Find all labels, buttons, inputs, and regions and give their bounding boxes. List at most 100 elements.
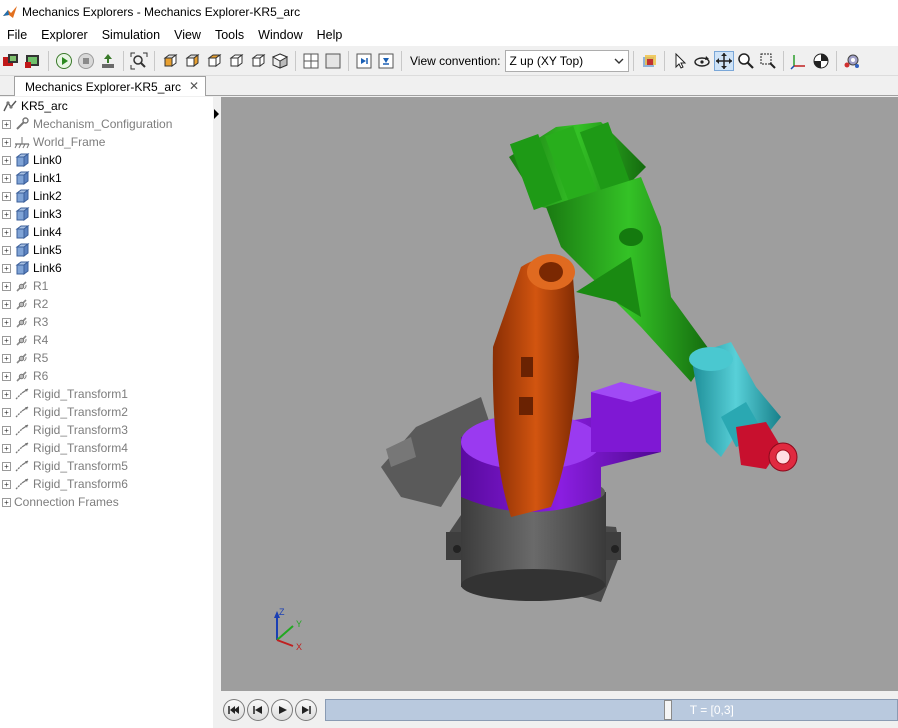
- play-icon[interactable]: [54, 51, 74, 71]
- tree-item[interactable]: + Rigid_Transform6: [0, 475, 213, 493]
- tree-item[interactable]: + Link4: [0, 223, 213, 241]
- expand-icon[interactable]: +: [2, 281, 11, 291]
- tree-item[interactable]: + Link6: [0, 259, 213, 277]
- menu-view[interactable]: View: [167, 24, 208, 46]
- tree-item[interactable]: + Link0: [0, 151, 213, 169]
- timeline-slider[interactable]: T = [0,3]: [324, 698, 898, 721]
- expand-icon[interactable]: +: [2, 209, 11, 219]
- play-icon: [278, 705, 287, 714]
- right-view-icon[interactable]: [226, 51, 246, 71]
- step-forward-icon[interactable]: [354, 51, 374, 71]
- tree-item-label: Mechanism_Configuration: [33, 117, 173, 131]
- center-of-mass-icon[interactable]: [811, 51, 831, 71]
- expand-icon[interactable]: +: [2, 335, 11, 345]
- tree-item[interactable]: + Connection Frames: [0, 493, 213, 511]
- collapse-panel-icon[interactable]: [214, 109, 219, 119]
- tree-item[interactable]: + R4: [0, 331, 213, 349]
- expand-icon[interactable]: +: [2, 227, 11, 237]
- tree-item[interactable]: + R6: [0, 367, 213, 385]
- tree-item[interactable]: + World_Frame: [0, 133, 213, 151]
- expand-icon[interactable]: +: [2, 119, 11, 129]
- expand-icon[interactable]: +: [2, 425, 11, 435]
- coordinate-axes-icon[interactable]: [789, 51, 809, 71]
- expand-icon[interactable]: +: [2, 371, 11, 381]
- tree-item[interactable]: + Link1: [0, 169, 213, 187]
- expand-icon[interactable]: +: [2, 407, 11, 417]
- menu-window[interactable]: Window: [251, 24, 309, 46]
- top-view-icon[interactable]: [248, 51, 268, 71]
- select-pointer-icon[interactable]: [670, 51, 690, 71]
- back-view-icon[interactable]: [182, 51, 202, 71]
- tree-item[interactable]: + R3: [0, 313, 213, 331]
- pan-view-icon[interactable]: [713, 50, 734, 71]
- save-video-icon[interactable]: [98, 51, 118, 71]
- render-settings-icon[interactable]: [842, 51, 862, 71]
- tree-item[interactable]: + Rigid_Transform1: [0, 385, 213, 403]
- tree-item[interactable]: + Rigid_Transform5: [0, 457, 213, 475]
- tab-mechanics-explorer[interactable]: Mechanics Explorer-KR5_arc ✕: [14, 76, 206, 96]
- tree-item[interactable]: + Rigid_Transform3: [0, 421, 213, 439]
- stop-icon[interactable]: [76, 51, 96, 71]
- menu-tools[interactable]: Tools: [208, 24, 251, 46]
- expand-icon[interactable]: +: [2, 137, 11, 147]
- tree-item-label: R2: [33, 297, 49, 311]
- close-icon[interactable]: ✕: [189, 79, 199, 93]
- tree-item[interactable]: + Rigid_Transform4: [0, 439, 213, 457]
- isometric-view-icon[interactable]: [270, 51, 290, 71]
- tree-item[interactable]: + R2: [0, 295, 213, 313]
- expand-icon[interactable]: +: [2, 155, 11, 165]
- model-tree-panel: KR5_arc + Mechanism_Configuration + World_F…: [0, 97, 213, 722]
- menu-explorer[interactable]: Explorer: [34, 24, 95, 46]
- expand-icon[interactable]: +: [2, 443, 11, 453]
- tree-item[interactable]: + Mechanism_Configuration: [0, 115, 213, 133]
- step-down-icon[interactable]: [376, 51, 396, 71]
- step-back-button[interactable]: [246, 698, 269, 721]
- expand-icon[interactable]: +: [2, 245, 11, 255]
- tree-root[interactable]: KR5_arc: [0, 97, 213, 115]
- step-back-icon: [253, 705, 262, 714]
- zoom-icon[interactable]: [736, 51, 756, 71]
- new-explorer-icon[interactable]: [1, 51, 21, 71]
- step-forward-button[interactable]: [294, 698, 317, 721]
- expand-icon[interactable]: +: [2, 263, 11, 273]
- tree-item[interactable]: + R5: [0, 349, 213, 367]
- ground-icon: [14, 137, 30, 149]
- timeline-thumb[interactable]: [663, 699, 672, 720]
- rotate-view-icon[interactable]: [692, 51, 712, 71]
- menu-file[interactable]: File: [0, 24, 34, 46]
- view-convention-dropdown[interactable]: Z up (XY Top): [504, 49, 629, 72]
- expand-icon[interactable]: +: [2, 299, 11, 309]
- tree-item[interactable]: + Link5: [0, 241, 213, 259]
- expand-icon[interactable]: +: [2, 389, 11, 399]
- revolute-joint-icon: [16, 317, 27, 328]
- expand-icon[interactable]: +: [2, 173, 11, 183]
- menu-simulation[interactable]: Simulation: [95, 24, 167, 46]
- menu-help[interactable]: Help: [310, 24, 350, 46]
- panel-splitter[interactable]: [213, 97, 221, 728]
- open-explorer-icon[interactable]: [23, 51, 43, 71]
- single-view-layout-icon[interactable]: [301, 51, 321, 71]
- expand-icon[interactable]: +: [2, 353, 11, 363]
- tree-item[interactable]: + Link3: [0, 205, 213, 223]
- zoom-box-icon[interactable]: [758, 51, 778, 71]
- tree-item[interactable]: + R1: [0, 277, 213, 295]
- four-view-layout-icon[interactable]: [323, 51, 343, 71]
- fit-to-view-icon[interactable]: [129, 51, 149, 71]
- link6-flange[interactable]: [736, 422, 798, 472]
- rewind-button[interactable]: [223, 698, 245, 721]
- 3d-viewport[interactable]: Z Y X: [221, 97, 898, 691]
- play-button[interactable]: [270, 698, 293, 721]
- toggle-frames-icon[interactable]: [639, 51, 659, 71]
- title-bar: Mechanics Explorers - Mechanics Explorer…: [0, 0, 898, 24]
- expand-icon[interactable]: +: [2, 461, 11, 471]
- front-view-icon[interactable]: [160, 51, 180, 71]
- expand-icon[interactable]: +: [2, 317, 11, 327]
- solid-cube-icon: [15, 243, 30, 257]
- expand-icon[interactable]: +: [2, 191, 11, 201]
- expand-icon[interactable]: +: [2, 497, 11, 507]
- wrench-icon: [16, 117, 29, 130]
- expand-icon[interactable]: +: [2, 479, 11, 489]
- left-view-icon[interactable]: [204, 51, 224, 71]
- tree-item[interactable]: + Link2: [0, 187, 213, 205]
- tree-item[interactable]: + Rigid_Transform2: [0, 403, 213, 421]
